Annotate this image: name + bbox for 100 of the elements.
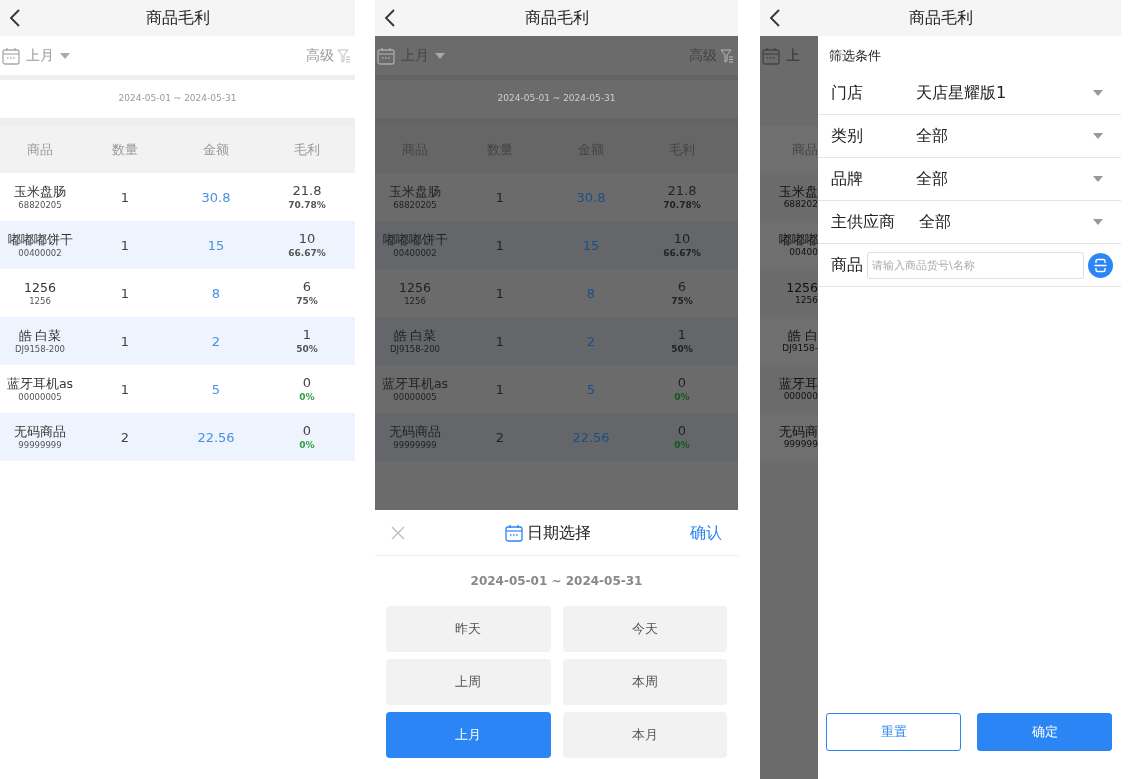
filter-select[interactable]: 门店 天店星耀版1 xyxy=(818,72,1121,115)
product-name: 皓 白菜 xyxy=(18,327,62,344)
confirm-button[interactable]: 确定 xyxy=(977,713,1112,751)
product-name: 皓 白 xyxy=(788,327,818,344)
quantity: 1 xyxy=(495,334,505,349)
scan-icon xyxy=(1088,252,1113,278)
quantity: 2 xyxy=(120,430,130,445)
back-button[interactable] xyxy=(768,8,782,28)
product-name: 皓 白菜 xyxy=(393,327,437,344)
product-code: 99999999 xyxy=(18,439,62,451)
product-name: 无码商 xyxy=(779,423,818,440)
gross-profit: 0 xyxy=(677,423,687,440)
period-option[interactable]: 昨天 xyxy=(386,606,551,652)
calendar-icon xyxy=(504,523,523,542)
amount: 22.56 xyxy=(572,430,610,445)
back-button[interactable] xyxy=(383,8,397,28)
drawer-heading: 筛选条件 xyxy=(829,48,881,63)
field-label: 类别 xyxy=(831,125,864,147)
product-code: DJ9158-200 xyxy=(15,343,65,355)
profit-margin: 75% xyxy=(296,295,318,307)
back-button[interactable] xyxy=(8,8,22,28)
gross-profit: 1 xyxy=(677,327,687,344)
page-title: 商品毛利 xyxy=(524,7,589,29)
amount: 8 xyxy=(586,286,596,301)
profit-margin: 70.78% xyxy=(288,199,326,211)
filter-icon xyxy=(720,48,734,63)
date-range: 2024-05-01 ~ 2024-05-31 xyxy=(497,92,616,106)
profit-margin: 75% xyxy=(671,295,693,307)
gross-profit: 0 xyxy=(302,423,312,440)
quantity: 1 xyxy=(120,382,130,397)
product-code: 1256 xyxy=(29,295,51,307)
profit-margin: 0% xyxy=(674,439,690,451)
confirm-button[interactable]: 确认 xyxy=(690,520,722,545)
period-option[interactable]: 上月 xyxy=(386,712,551,758)
product-code: 00400 xyxy=(789,247,818,259)
sheet-title: 日期选择 xyxy=(526,521,591,544)
amount: 2 xyxy=(586,334,596,349)
quantity: 1 xyxy=(120,334,130,349)
product-name: 蓝牙耳机as xyxy=(381,375,449,392)
caret-down-icon xyxy=(435,52,445,59)
product-name: 蓝牙耳机as xyxy=(6,375,74,392)
back-icon xyxy=(8,8,22,28)
product-name: 玉米盘 xyxy=(779,183,818,200)
field-label: 主供应商 xyxy=(831,211,896,233)
column-header: 数量 xyxy=(111,140,139,159)
gross-profit: 0 xyxy=(677,375,687,392)
product-name: 无码商品 xyxy=(14,423,66,440)
period-option[interactable]: 上周 xyxy=(386,659,551,705)
amount: 5 xyxy=(211,382,221,397)
gross-profit: 21.8 xyxy=(292,183,322,200)
field-label: 品牌 xyxy=(831,168,864,190)
calendar-icon xyxy=(2,46,20,65)
page-title: 商品毛利 xyxy=(908,7,973,29)
back-icon xyxy=(383,8,397,28)
field-value: 全部 xyxy=(916,168,949,190)
quantity: 2 xyxy=(495,430,505,445)
profit-margin: 66.67% xyxy=(663,247,701,259)
profit-margin: 0% xyxy=(299,439,315,451)
caret-down-icon xyxy=(1093,90,1103,96)
input-field[interactable]: 请输入商品货号\名称 xyxy=(867,251,1084,279)
product-name: 蓝牙耳 xyxy=(779,375,818,392)
filter-select[interactable]: 品牌 全部 xyxy=(818,158,1121,201)
page-title: 商品毛利 xyxy=(145,7,210,29)
period-option[interactable]: 本周 xyxy=(562,659,727,705)
amount: 15 xyxy=(582,238,600,253)
caret-down-icon xyxy=(1093,176,1103,182)
calendar-icon xyxy=(377,46,395,65)
reset-button[interactable]: 重置 xyxy=(826,713,961,751)
date-range: 2024-05-01 ~ 2024-05-31 xyxy=(118,92,237,106)
amount: 30.8 xyxy=(201,190,231,205)
amount: 2 xyxy=(211,334,221,349)
field-label: 门店 xyxy=(831,82,864,104)
period-option[interactable]: 本月 xyxy=(562,712,727,758)
product-name: 无码商品 xyxy=(389,423,441,440)
gross-profit: 6 xyxy=(677,279,687,296)
product-name: 玉米盘肠 xyxy=(14,183,66,200)
scan-button[interactable] xyxy=(1088,252,1113,278)
field-value: 天店星耀版1 xyxy=(916,82,1008,104)
profit-margin: 70.78% xyxy=(663,199,701,211)
caret-down-icon xyxy=(60,52,70,59)
product-name: 嘟嘟嘟 xyxy=(779,231,818,248)
product-name: 玉米盘肠 xyxy=(389,183,441,200)
product-code: 1256 xyxy=(404,295,426,307)
product-code: 68820205 xyxy=(18,199,62,211)
product-code: 99999999 xyxy=(393,439,437,451)
product-code: 00000005 xyxy=(18,391,62,403)
caret-down-icon xyxy=(1093,133,1103,139)
profit-margin: 0% xyxy=(299,391,315,403)
product-code: 000000 xyxy=(783,391,818,403)
filter-select[interactable]: 类别 全部 xyxy=(818,115,1121,158)
product-name: 嘟嘟嘟饼干 xyxy=(382,231,448,248)
profit-margin: 50% xyxy=(671,343,693,355)
filter-select[interactable]: 主供应商 全部 xyxy=(818,201,1121,244)
field-value: 全部 xyxy=(916,125,949,147)
period-option[interactable]: 今天 xyxy=(562,606,727,652)
gross-profit: 0 xyxy=(302,375,312,392)
profit-margin: 66.67% xyxy=(288,247,326,259)
amount: 8 xyxy=(211,286,221,301)
quantity: 1 xyxy=(120,190,130,205)
quantity: 1 xyxy=(495,190,505,205)
